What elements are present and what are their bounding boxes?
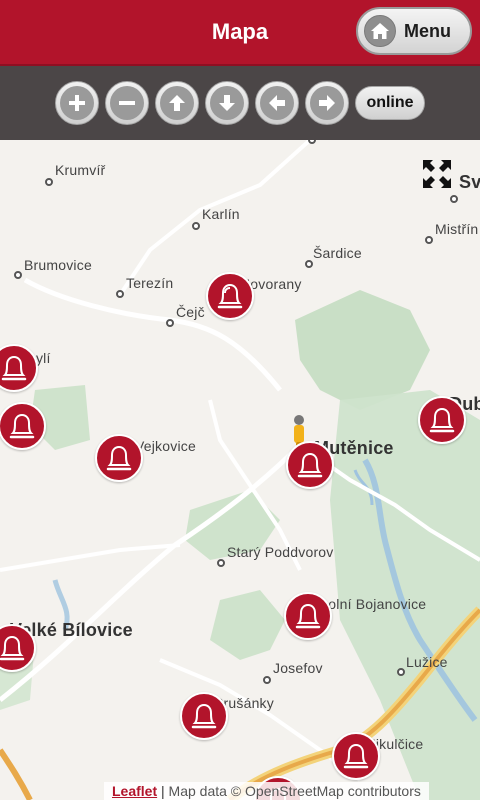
place-dot (45, 178, 53, 186)
place-label-karlin: Karlín (202, 206, 240, 222)
pan-down-button[interactable] (205, 81, 250, 125)
map-marker[interactable] (286, 441, 334, 489)
bell-icon (429, 407, 455, 433)
arrow-down-icon (210, 86, 245, 120)
bell-icon (9, 413, 35, 439)
place-label-sardice: Šardice (313, 245, 362, 261)
map-marker[interactable] (284, 592, 332, 640)
place-label-vejkovice: Vejkovice (135, 438, 196, 454)
online-toggle[interactable]: online (355, 86, 425, 120)
place-dot (263, 676, 271, 684)
arrow-up-icon (160, 86, 195, 120)
bell-icon (295, 603, 321, 629)
pan-right-button[interactable] (305, 81, 350, 125)
place-label-mistrin: Mistřín (435, 221, 479, 237)
map-attribution: Leaflet | Map data © OpenStreetMap contr… (104, 782, 429, 800)
place-label-krumvir: Krumvíř (55, 162, 106, 178)
menu-button-label: Menu (404, 20, 451, 41)
app-header: Mapa Menu (0, 0, 480, 66)
pan-left-button[interactable] (255, 81, 300, 125)
map-toolbar: online (0, 66, 480, 140)
map-marker[interactable] (418, 396, 466, 444)
map-marker[interactable] (0, 402, 46, 450)
place-label-svatobor: Sv (459, 172, 480, 192)
place-dot (14, 271, 22, 279)
fullscreen-icon[interactable] (421, 158, 453, 190)
map-marker[interactable] (332, 732, 380, 780)
bell-icon (191, 703, 217, 729)
map-marker[interactable] (95, 434, 143, 482)
attribution-separator: | (157, 783, 169, 799)
zoom-out-button[interactable] (105, 81, 150, 125)
menu-button[interactable]: Menu (356, 7, 472, 55)
place-dot (425, 236, 433, 244)
place-label-stary-poddvorov: Starý Poddvorov (227, 544, 334, 560)
arrow-left-icon (260, 86, 295, 120)
place-label-dolni-bojanovice: Dolní Bojanovice (318, 596, 427, 612)
map-marker[interactable] (180, 692, 228, 740)
place-dot (116, 290, 124, 298)
home-icon (364, 15, 396, 47)
place-label-josefov: Josefov (273, 660, 323, 676)
place-label-luzice: Lužice (406, 654, 448, 670)
pan-up-button[interactable] (155, 81, 200, 125)
place-label-brumovice: Brumovice (24, 257, 92, 273)
map-screen: Mapa Menu online Krumvíř Karlín Brumovic… (0, 0, 480, 800)
place-label-cejc: Čejč (176, 304, 205, 320)
bell-icon (297, 452, 323, 478)
bell-icon (1, 355, 27, 381)
plus-icon (60, 86, 95, 120)
leaflet-link[interactable]: Leaflet (112, 783, 157, 799)
bell-icon (343, 743, 369, 769)
arrow-right-icon (310, 86, 345, 120)
attribution-text: Map data © OpenStreetMap contributors (168, 783, 421, 799)
place-label-terezin: Terezín (126, 275, 174, 291)
minus-icon (110, 86, 145, 120)
place-dot (192, 222, 200, 230)
bell-icon (0, 635, 25, 661)
map-marker[interactable] (206, 272, 254, 320)
place-dot (450, 195, 458, 203)
place-dot (166, 319, 174, 327)
place-dot (397, 668, 405, 676)
place-dot (217, 559, 225, 567)
map-viewport[interactable]: Krumvíř Karlín Brumovice Terezín Čejč Ša… (0, 140, 480, 800)
place-dot (305, 260, 313, 268)
zoom-in-button[interactable] (55, 81, 100, 125)
bell-icon (217, 283, 243, 309)
bell-icon (106, 445, 132, 471)
